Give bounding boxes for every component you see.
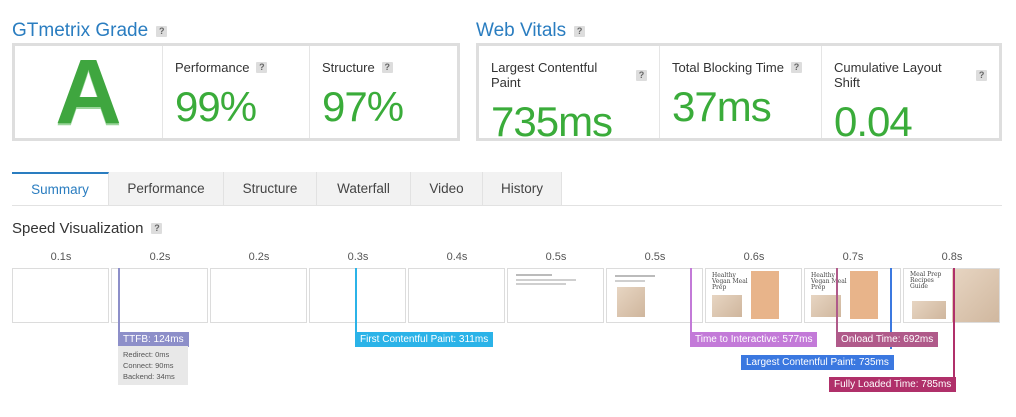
timeline-tick: 0.5s	[644, 251, 666, 263]
help-icon[interactable]: ?	[151, 223, 163, 234]
filmstrip-frame[interactable]	[12, 268, 109, 323]
help-icon[interactable]: ?	[256, 62, 268, 73]
filmstrip-frame[interactable]	[408, 268, 505, 323]
help-icon[interactable]: ?	[636, 69, 647, 81]
fully-loaded-line	[953, 268, 955, 378]
gtmetrix-grade-title: GTmetrix Grade ?	[12, 20, 168, 42]
timeline-tick: 0.7s	[842, 251, 864, 263]
report-tabs: Summary Performance Structure Waterfall …	[12, 172, 1002, 206]
lcp-marker: Largest Contentful Paint: 735ms	[741, 355, 894, 370]
help-icon[interactable]: ?	[976, 69, 987, 81]
timeline-tick: 0.3s	[347, 251, 369, 263]
cls-value: 0.04	[834, 98, 913, 145]
ttfb-line	[118, 268, 120, 332]
web-vitals-title: Web Vitals ?	[476, 20, 586, 42]
timeline-tick: 0.6s	[743, 251, 765, 263]
help-icon[interactable]: ?	[791, 62, 802, 73]
gtmetrix-grade-panel: A Performance ? 99% Structure ? 97%	[12, 43, 460, 141]
tbt-cell: Total Blocking Time ? 37ms	[659, 46, 821, 138]
cls-label: Cumulative Layout Shift	[834, 60, 942, 90]
timeline-tick: 0.5s	[545, 251, 567, 263]
fully-loaded-marker: Fully Loaded Time: 785ms	[829, 377, 957, 392]
tti-line	[690, 268, 692, 332]
filmstrip-frame[interactable]	[309, 268, 406, 323]
lcp-value: 735ms	[491, 98, 613, 145]
fcp-marker: First Contentful Paint: 311ms	[355, 332, 494, 347]
filmstrip-frame[interactable]: Meal Prep Recipes Guide	[903, 268, 1000, 323]
cls-cell: Cumulative Layout Shift ? 0.04	[821, 46, 999, 145]
grade-cell: A	[15, 46, 162, 138]
performance-cell: Performance ? 99%	[162, 46, 309, 138]
tab-performance[interactable]: Performance	[109, 172, 224, 205]
tab-waterfall[interactable]: Waterfall	[317, 172, 411, 205]
gtmetrix-grade-label: GTmetrix Grade	[12, 20, 149, 41]
web-vitals-panel: Largest Contentful Paint ? 735ms Total B…	[476, 43, 1002, 145]
filmstrip-frame[interactable]: Healthy Vegan Meal Prep	[804, 268, 901, 323]
timeline-tick: 0.2s	[248, 251, 270, 263]
structure-label: Structure	[322, 60, 375, 75]
lcp-cell: Largest Contentful Paint ? 735ms	[479, 46, 659, 145]
performance-label: Performance	[175, 60, 250, 75]
filmstrip-frame[interactable]: Healthy Vegan Meal Prep	[705, 268, 802, 323]
timeline-tick: 0.4s	[446, 251, 468, 263]
grade-letter: A	[55, 41, 122, 143]
filmstrip-frame[interactable]	[111, 268, 208, 323]
frame-headline: Healthy Vegan Meal Prep	[811, 272, 847, 291]
ttfb-details: Redirect: 0ms Connect: 90ms Backend: 34m…	[118, 346, 188, 385]
tab-history[interactable]: History	[483, 172, 562, 205]
frame-headline: Healthy Vegan Meal Prep	[712, 272, 748, 291]
timeline-tick: 0.1s	[50, 251, 72, 263]
onload-marker: Onload Time: 692ms	[836, 332, 939, 347]
lcp-label: Largest Contentful Paint	[491, 60, 598, 90]
filmstrip-frame[interactable]	[210, 268, 307, 323]
tti-marker: Time to Interactive: 577ms	[690, 332, 818, 347]
ttfb-detail-redirect: Redirect: 0ms	[123, 350, 170, 359]
ttfb-detail-backend: Backend: 34ms	[123, 372, 175, 381]
filmstrip-frame[interactable]	[606, 268, 703, 323]
tab-summary[interactable]: Summary	[12, 172, 109, 205]
fcp-line	[355, 268, 357, 332]
help-icon[interactable]: ?	[156, 25, 168, 37]
performance-value: 99%	[175, 83, 257, 130]
speed-visualization-title: Speed Visualization ?	[12, 220, 163, 237]
timeline-tick: 0.2s	[149, 251, 171, 263]
structure-value: 97%	[322, 83, 404, 130]
ttfb-marker: TTFB: 124ms	[118, 332, 189, 347]
help-icon[interactable]: ?	[574, 25, 586, 37]
speed-visualization-label: Speed Visualization	[12, 220, 144, 237]
tbt-label: Total Blocking Time	[672, 60, 784, 75]
help-icon[interactable]: ?	[381, 62, 393, 73]
frame-headline: Meal Prep Recipes Guide	[910, 271, 942, 290]
tab-structure[interactable]: Structure	[224, 172, 317, 205]
tab-video[interactable]: Video	[411, 172, 483, 205]
ttfb-detail-connect: Connect: 90ms	[123, 361, 174, 370]
timeline-tick: 0.8s	[941, 251, 963, 263]
filmstrip-frame[interactable]	[507, 268, 604, 323]
structure-cell: Structure ? 97%	[309, 46, 457, 138]
tbt-value: 37ms	[672, 83, 772, 130]
onload-line	[836, 268, 838, 332]
web-vitals-label: Web Vitals	[476, 20, 567, 41]
